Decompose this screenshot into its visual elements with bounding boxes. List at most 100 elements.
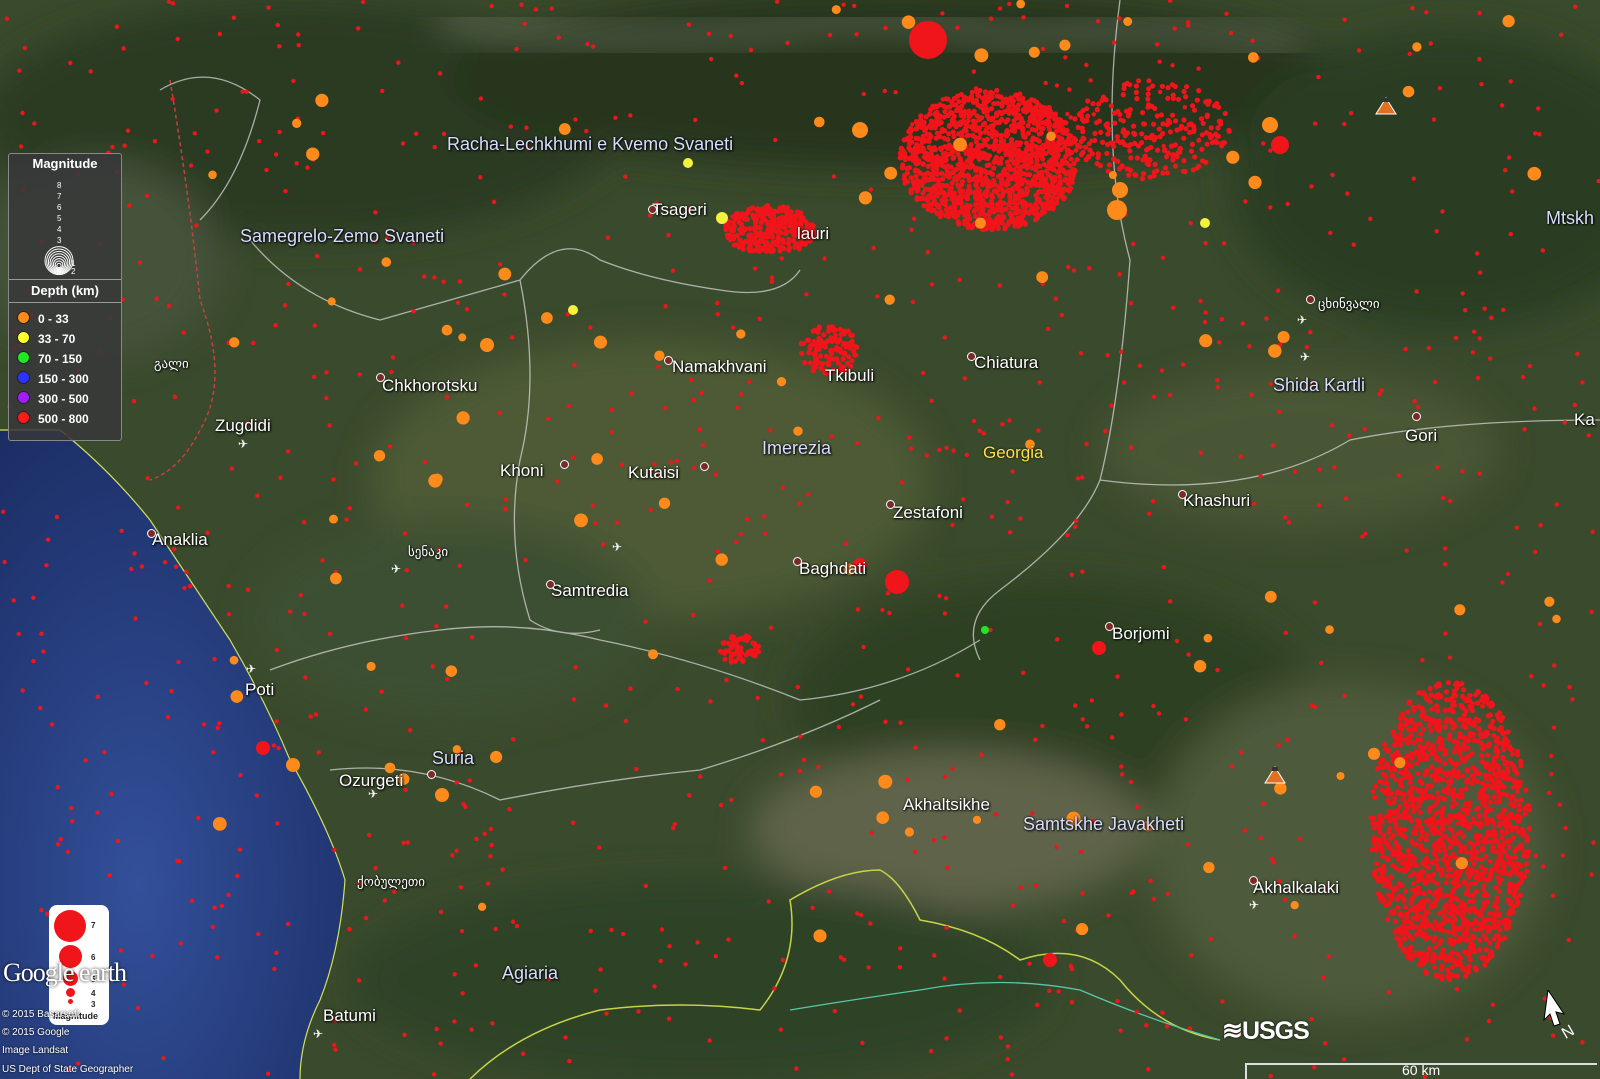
earthquake-dot bbox=[780, 237, 786, 243]
city-pin[interactable] bbox=[664, 356, 673, 365]
earthquake-dot bbox=[1570, 697, 1575, 702]
city-pin[interactable] bbox=[1306, 295, 1315, 304]
earthquake-dot bbox=[1119, 764, 1124, 769]
map-view[interactable]: Racha-Lechkhumi e Kvemo Svaneti Samegrel… bbox=[0, 0, 1600, 1079]
earthquake-dot bbox=[1431, 816, 1437, 822]
earthquake-dot bbox=[928, 151, 934, 157]
city-label-batumi: Batumi bbox=[323, 1006, 376, 1025]
earthquake-dot bbox=[1066, 264, 1071, 270]
earthquake-dot bbox=[1398, 940, 1404, 946]
earthquake-dot bbox=[973, 201, 979, 208]
earthquake-dot bbox=[1080, 891, 1085, 896]
city-pin[interactable] bbox=[1105, 622, 1114, 631]
earthquake-dot bbox=[571, 697, 577, 702]
earthquake-dot bbox=[4, 16, 10, 21]
city-pin[interactable] bbox=[147, 529, 156, 538]
earthquake-dot bbox=[444, 604, 449, 609]
earthquake-dot bbox=[814, 116, 825, 128]
earthquake-dot bbox=[1515, 829, 1521, 835]
earthquake-dot bbox=[330, 572, 342, 585]
earthquake-dot bbox=[745, 516, 750, 522]
earthquake-dot bbox=[1183, 717, 1189, 722]
city-label-lauri: lauri bbox=[797, 224, 830, 243]
city-pin[interactable] bbox=[793, 557, 802, 566]
city-pin[interactable] bbox=[886, 500, 895, 509]
earthquake-dot bbox=[1100, 139, 1106, 145]
earthquake-dot bbox=[1043, 80, 1048, 86]
earthquake-dot bbox=[989, 126, 995, 132]
earthquake-dot bbox=[1481, 786, 1488, 792]
earthquake-dot bbox=[1187, 129, 1193, 136]
city-pin[interactable] bbox=[376, 373, 385, 382]
earthquake-dot bbox=[1059, 39, 1071, 51]
city-pin[interactable] bbox=[700, 462, 709, 471]
earthquake-dot bbox=[913, 173, 919, 179]
earthquake-dot bbox=[1442, 751, 1448, 757]
earthquake-dot bbox=[1290, 901, 1299, 910]
earthquake-dot bbox=[969, 95, 975, 101]
earthquake-dot bbox=[1372, 825, 1378, 831]
earthquake-dot bbox=[1466, 964, 1472, 970]
city-pin[interactable] bbox=[560, 460, 569, 469]
earthquake-dot bbox=[1410, 784, 1416, 790]
earthquake-dot bbox=[1097, 163, 1104, 169]
earthquake-dot bbox=[22, 45, 27, 51]
earthquake-dot bbox=[1054, 187, 1060, 193]
earthquake-dot bbox=[1523, 787, 1529, 793]
earthquake-dot bbox=[1481, 900, 1487, 906]
earthquake-dot bbox=[731, 651, 738, 657]
earthquake-dot bbox=[979, 197, 986, 203]
earthquake-dot bbox=[327, 423, 332, 428]
earthquake-dot bbox=[176, 659, 181, 665]
city-pin[interactable] bbox=[967, 352, 976, 361]
earthquake-dot bbox=[1109, 403, 1114, 408]
earthquake-dot bbox=[1424, 756, 1430, 762]
city-pin[interactable] bbox=[1249, 876, 1258, 885]
city-pin[interactable] bbox=[1178, 490, 1187, 499]
city-pin[interactable] bbox=[546, 580, 555, 589]
earthquake-dot bbox=[1061, 186, 1067, 192]
magnitude-scale-label: 2 bbox=[71, 267, 76, 276]
earthquake-dot bbox=[699, 390, 704, 396]
earthquake-dot bbox=[286, 758, 300, 772]
earthquake-dot bbox=[1007, 166, 1013, 173]
earthquake-dot bbox=[848, 332, 854, 338]
earthquake-dot bbox=[942, 976, 947, 981]
city-pin[interactable] bbox=[1412, 412, 1421, 421]
city-label-tskhinvali: ცხინვალი bbox=[1318, 296, 1380, 311]
earthquake-dot bbox=[906, 129, 912, 135]
earthquake-dot bbox=[1120, 118, 1126, 124]
earthquake-dot bbox=[55, 842, 61, 847]
earthquake-dot bbox=[983, 127, 989, 133]
earthquake-dot bbox=[1506, 155, 1512, 160]
earthquake-dot bbox=[1348, 110, 1354, 116]
earthquake-dot bbox=[1538, 523, 1543, 528]
earthquake-dot bbox=[1007, 530, 1013, 535]
earthquake-dot bbox=[868, 921, 873, 926]
earthquake-dot bbox=[964, 193, 970, 199]
earthquake-dot bbox=[192, 131, 197, 136]
earthquake-dot bbox=[1477, 10, 1482, 16]
city-pin[interactable] bbox=[648, 205, 657, 214]
earthquake-dot bbox=[363, 915, 369, 921]
earthquake-dot bbox=[989, 219, 995, 225]
earthquake-dot bbox=[1437, 86, 1443, 91]
volcano-icon[interactable] bbox=[1264, 765, 1286, 785]
city-pin[interactable] bbox=[427, 770, 436, 779]
compass-north-icon[interactable]: N bbox=[1542, 990, 1578, 1040]
earthquake-dot bbox=[900, 151, 906, 157]
earthquake-dot bbox=[458, 333, 467, 342]
earthquake-dot bbox=[636, 1009, 641, 1014]
earthquake-dot bbox=[1393, 822, 1399, 828]
earthquake-dot bbox=[928, 186, 934, 192]
earthquake-dot bbox=[1502, 935, 1508, 941]
earthquake-dot bbox=[573, 665, 578, 670]
volcano-icon[interactable] bbox=[1375, 96, 1397, 116]
earthquake-dot bbox=[1268, 205, 1273, 210]
earthquake-dot bbox=[929, 282, 935, 287]
earthquake-dot bbox=[303, 675, 308, 680]
earthquake-dot bbox=[728, 227, 734, 233]
earthquake-dot bbox=[489, 842, 494, 848]
earthquake-dot bbox=[780, 485, 785, 490]
earthquake-dot bbox=[1460, 742, 1467, 748]
